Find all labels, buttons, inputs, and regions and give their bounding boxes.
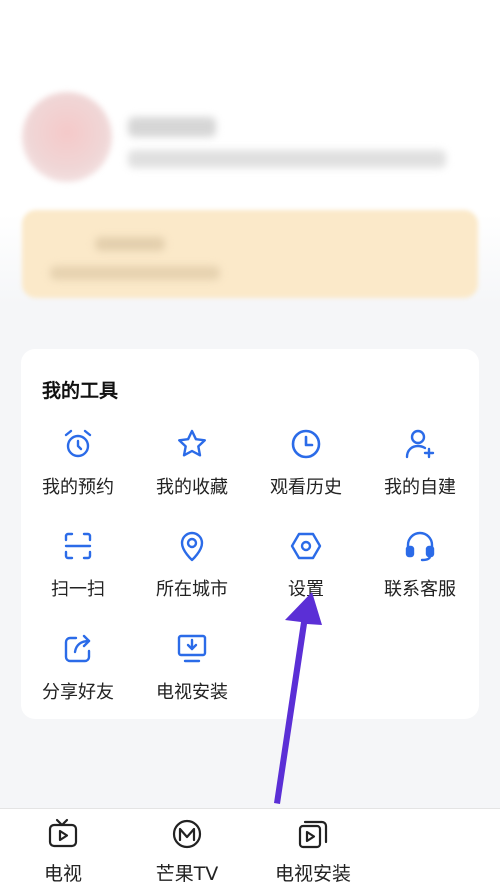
tool-my-favorites[interactable]: 我的收藏: [135, 427, 249, 507]
location-pin-icon: [175, 529, 209, 563]
blurred-username: [128, 117, 216, 137]
tool-customer-service[interactable]: 联系客服: [363, 529, 477, 609]
tab-label: 芒果TV: [155, 863, 219, 885]
tool-label: 我的收藏: [156, 477, 228, 498]
tool-label: 设置: [288, 579, 324, 600]
share-icon: [61, 632, 95, 666]
tab-mango-tv[interactable]: 芒果TV: [132, 817, 242, 886]
tool-tv-install[interactable]: 电视安装: [135, 632, 249, 712]
tv-install-icon: [298, 820, 328, 849]
tab-tv-install[interactable]: 电视安装: [258, 817, 368, 886]
bottom-tab-bar: 电视 芒果TV 电视安装: [0, 808, 500, 890]
tool-label: 观看历史: [270, 477, 342, 498]
tab-label: 电视安装: [274, 863, 351, 885]
tool-settings[interactable]: 设置: [249, 529, 363, 609]
my-tools-title: 我的工具: [42, 380, 119, 402]
tv-play-icon: [48, 818, 78, 848]
alarm-clock-icon: [61, 427, 95, 461]
tool-scan[interactable]: 扫一扫: [21, 529, 135, 609]
tool-label: 所在城市: [156, 579, 228, 600]
scan-icon: [61, 529, 95, 563]
vip-banner-title-blurred: [95, 237, 165, 251]
blurred-user-info: [128, 150, 446, 168]
star-icon: [175, 427, 209, 461]
headset-icon: [403, 529, 437, 563]
tool-share-friends[interactable]: 分享好友: [21, 632, 135, 712]
tool-label: 扫一扫: [51, 579, 105, 600]
vip-banner[interactable]: [22, 210, 478, 298]
vip-banner-subtitle-blurred: [50, 266, 220, 280]
tool-watch-history[interactable]: 观看历史: [249, 427, 363, 507]
tab-label: 电视: [43, 863, 82, 885]
tool-label: 我的预约: [42, 477, 114, 498]
tool-city[interactable]: 所在城市: [135, 529, 249, 609]
add-user-icon: [403, 427, 437, 461]
tool-my-reservations[interactable]: 我的预约: [21, 427, 135, 507]
settings-hexagon-icon: [289, 529, 323, 563]
tool-label: 分享好友: [42, 682, 114, 703]
tool-label: 我的自建: [384, 477, 456, 498]
tool-label: 电视安装: [156, 682, 228, 703]
profile-header: [0, 0, 500, 305]
tool-my-creations[interactable]: 我的自建: [363, 427, 477, 507]
tool-label: 联系客服: [384, 579, 456, 600]
clock-icon: [289, 427, 323, 461]
my-tools-card: 我的工具 我的预约 我的收藏 观看历史 我的自建 扫一扫 所在城市 设置 联系客…: [21, 349, 479, 719]
avatar[interactable]: [22, 92, 112, 182]
tv-download-icon: [175, 632, 209, 666]
mango-tv-logo-icon: [172, 819, 202, 849]
tab-tv[interactable]: 电视: [8, 817, 118, 886]
